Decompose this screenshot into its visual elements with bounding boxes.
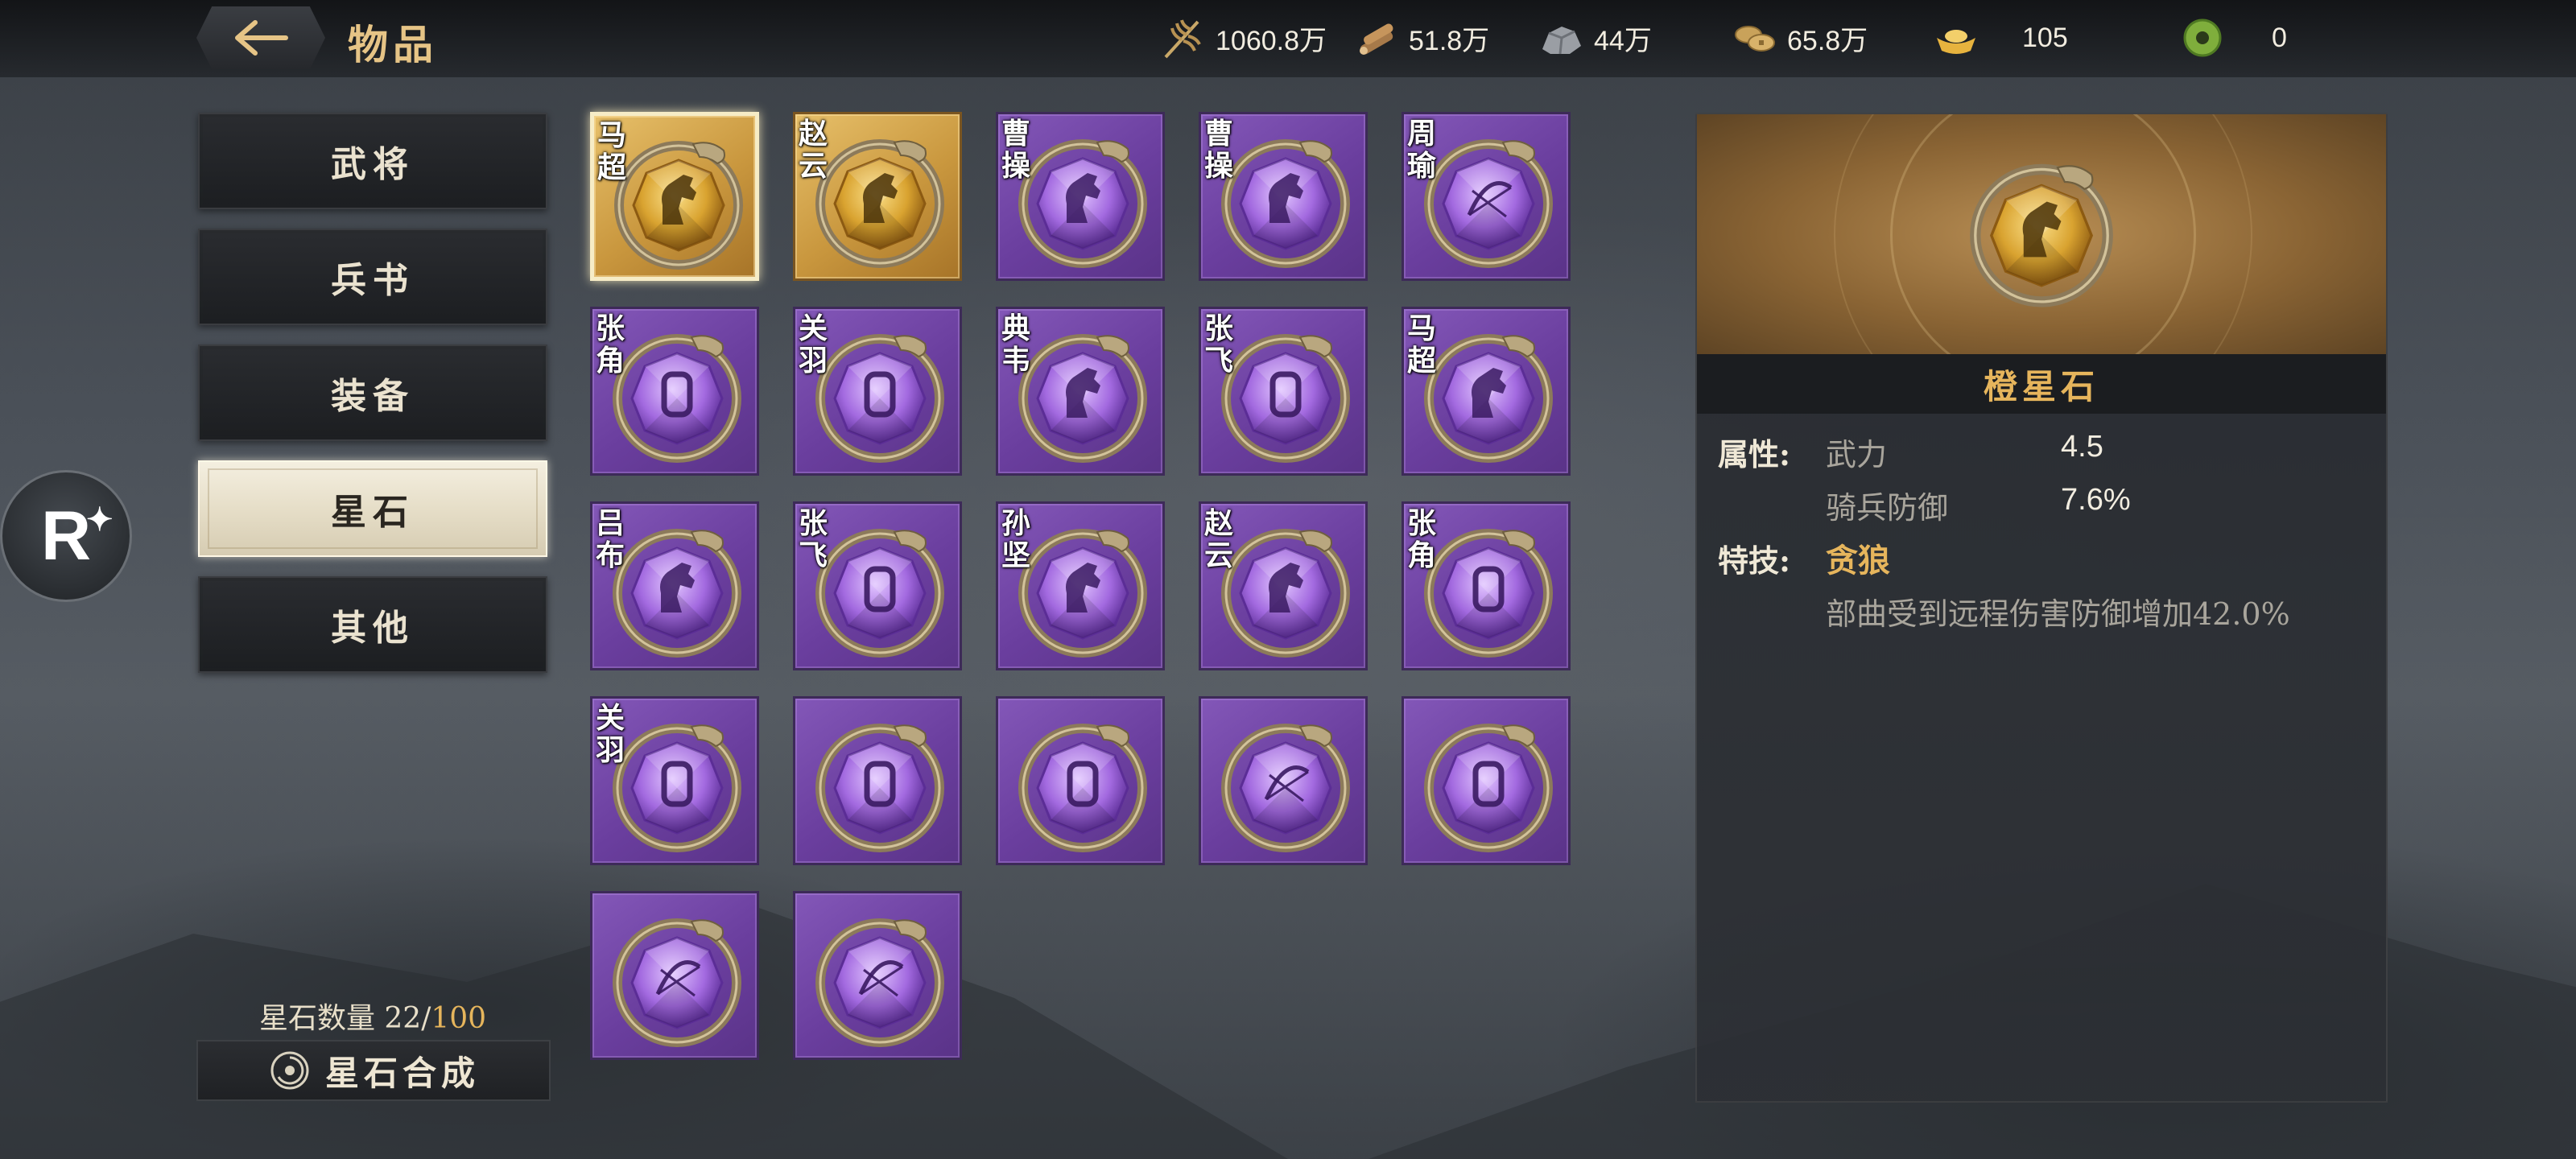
attr-value: 4.5 [2061,430,2103,464]
stone-hero-label: 马超 [597,118,627,184]
resource-stone: 44万 [1538,11,1652,64]
starstone-slot[interactable]: 关羽 [793,307,962,476]
stone-hero-label: 关羽 [799,311,828,377]
stone-hero-label: 吕布 [596,506,625,572]
menu-tab-books[interactable]: 兵书 [198,229,547,325]
starstone-slot[interactable]: 赵云 [1199,501,1368,670]
purple-starstone-icon [1424,724,1553,852]
jade-icon [2183,19,2222,57]
stone-hero-label: 赵云 [1204,506,1234,572]
starstone-slot[interactable]: 马超 [590,112,759,281]
resource-gold: 105 [1932,11,2068,64]
resource-grain: 1060.8万 [1159,11,1327,64]
sparkle-icon: ✦ [86,502,114,538]
resource-wood: 51.8万 [1352,11,1489,64]
starstone-slot[interactable] [1402,696,1571,865]
r-star-badge-icon[interactable]: R ✦ [0,470,132,602]
starstone-slot[interactable]: 孙坚 [996,501,1165,670]
synthesis-swirl-icon [270,1051,309,1090]
stone-hero-label: 张角 [1407,506,1437,572]
starstone-slot[interactable] [793,891,962,1060]
purple-starstone-icon [815,724,944,852]
stone-hero-label: 曹操 [1001,117,1031,183]
back-arrow-icon [235,20,288,56]
purple-starstone-icon [1221,724,1350,852]
starstone-slot[interactable]: 赵云 [793,112,962,281]
attr-key: 骑兵防御 [1826,490,1949,526]
starstone-slot[interactable]: 典韦 [996,307,1165,476]
stone-name: 橙星石 [1697,354,2386,414]
top-bar: 物品 1060.8万 51.8万 44万 65.8万 105 0 [0,0,2576,77]
starstone-count: 星石数量 22/100 [258,1002,487,1035]
gold-ingot-icon [1937,30,1975,54]
menu-tab-starstones[interactable]: 星石 [198,460,547,557]
stone-hero-label: 张飞 [1204,311,1234,377]
stone-icon [1542,27,1581,55]
stone-hero-label: 张角 [596,311,625,377]
page-title: 物品 [348,21,438,68]
stone-detail-panel: 橙星石 属性: 武力 4.5 骑兵防御 7.6% 特技: 贪狼 部曲受到远程伤害… [1695,113,2388,1103]
stone-hero-label: 孙坚 [1001,506,1031,572]
starstone-slot[interactable]: 周瑜 [1402,112,1571,281]
starstone-slot[interactable]: 曹操 [1199,112,1368,281]
menu-tab-other[interactable]: 其他 [198,576,547,673]
copper-coin-icon [1735,26,1775,52]
purple-starstone-icon [815,918,944,1047]
attr-key: 武力 [1826,437,1888,472]
purple-starstone-icon [1018,724,1147,852]
skill-name: 贪狼 [1826,542,1890,580]
stone-hero-label: 马超 [1407,311,1437,377]
attributes-label: 属性: [1718,436,1791,472]
detail-banner [1697,114,2386,354]
starstone-slot[interactable] [793,696,962,865]
resource-jade: 0 [2178,11,2287,64]
stone-hero-label: 典韦 [1001,311,1031,377]
starstone-slot[interactable]: 关羽 [590,696,759,865]
menu-tab-generals[interactable]: 武将 [198,113,547,209]
stone-hero-label: 关羽 [596,701,625,767]
orange-starstone-icon [1970,163,2113,307]
starstone-slot[interactable]: 张飞 [793,501,962,670]
starstone-slot[interactable]: 曹操 [996,112,1165,281]
skill-label: 特技: [1718,542,1791,579]
attr-value: 7.6% [2061,483,2131,517]
stone-hero-label: 张飞 [799,506,828,572]
starstone-slot[interactable]: 吕布 [590,501,759,670]
starstone-slot[interactable]: 张角 [1402,501,1571,670]
starstone-slot[interactable] [590,891,759,1060]
starstone-slot[interactable] [996,696,1165,865]
starstone-synthesis-button[interactable]: 星石合成 [196,1040,551,1101]
skill-description: 部曲受到远程伤害防御增加42.0% [1826,596,2290,632]
wood-icon [1360,23,1393,55]
menu-tab-equipment[interactable]: 装备 [198,344,547,441]
stone-hero-label: 赵云 [799,117,828,183]
starstone-slot[interactable]: 马超 [1402,307,1571,476]
stone-hero-label: 周瑜 [1407,117,1437,183]
starstone-slot[interactable] [1199,696,1368,865]
starstone-slot[interactable]: 张飞 [1199,307,1368,476]
starstone-slot[interactable]: 张角 [590,307,759,476]
grain-icon [1164,19,1201,59]
back-button[interactable] [196,6,325,69]
stone-hero-label: 曹操 [1204,117,1234,183]
resource-copper: 65.8万 [1731,11,1868,64]
purple-starstone-icon [613,918,741,1047]
